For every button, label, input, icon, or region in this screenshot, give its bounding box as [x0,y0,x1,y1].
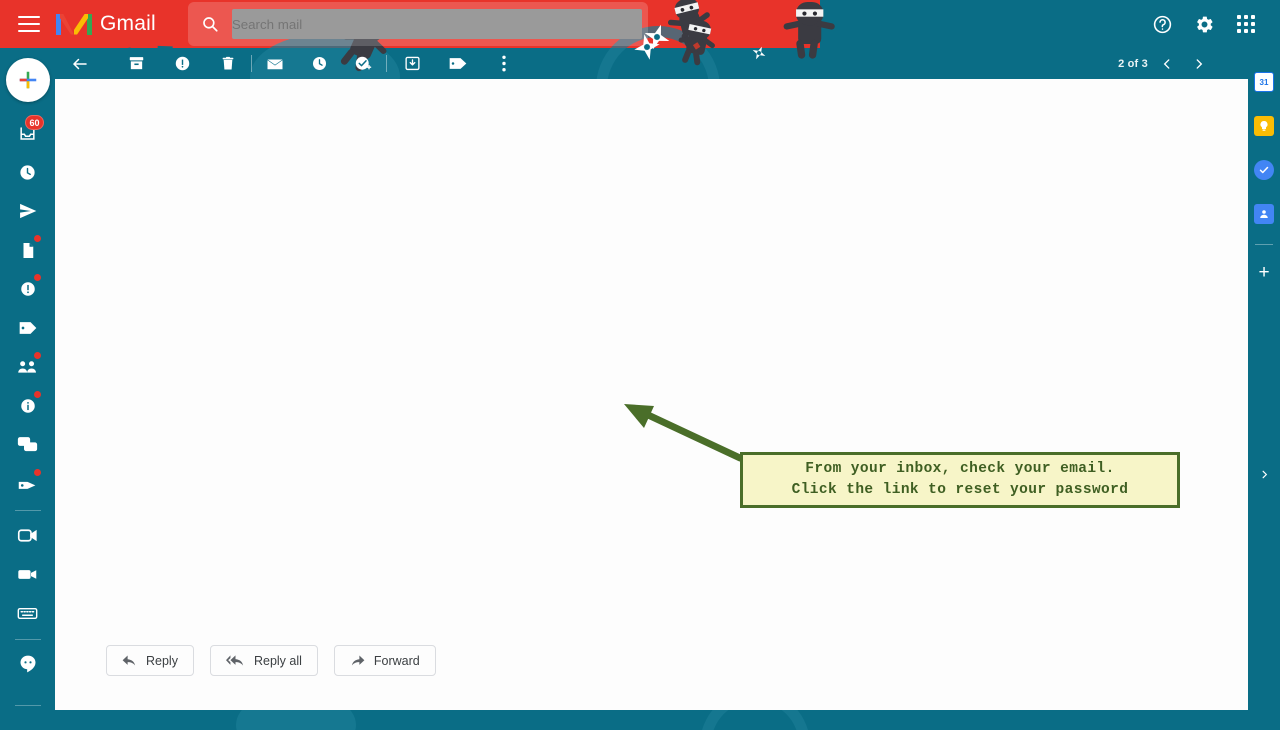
contacts-icon[interactable] [1254,204,1274,224]
groups-dot-badge [33,352,41,359]
sidebar-item-snoozed[interactable] [11,157,45,187]
calendar-day-number: 31 [1259,77,1269,87]
top-bar: Gmail [0,0,1280,48]
apps-grid-icon[interactable] [1234,12,1258,36]
reply-all-label: Reply all [253,653,302,668]
mark-unread-icon[interactable] [262,51,288,77]
sidebar-divider [14,639,41,640]
snooze-icon[interactable] [306,51,332,77]
more-options-icon[interactable] [491,51,517,77]
gmail-wordmark: Gmail [100,12,156,35]
gmail-m-icon [56,11,92,38]
addon-side-panel: 31 + [1248,48,1280,730]
tasks-icon[interactable] [1254,160,1274,180]
older-icon[interactable] [1154,51,1180,77]
move-to-icon[interactable] [399,51,425,77]
message-counter: 2 of 3 [1118,57,1148,70]
expand-panel-icon[interactable] [1259,468,1270,484]
sidebar: 60 [0,48,55,730]
search-icon [188,15,232,33]
important-dot-badge [33,274,41,281]
spam-dot-badge [33,469,41,476]
forward-button[interactable]: Forward [333,645,436,676]
drafts-dot-badge [33,235,41,242]
main-menu-icon[interactable] [18,16,40,32]
labels-icon[interactable] [445,51,471,77]
forward-label: Forward [373,653,420,668]
search-bar[interactable] [187,2,648,46]
sidebar-item-join-meeting[interactable] [11,598,45,628]
sidebar-item-new-meeting[interactable] [11,559,45,589]
help-icon[interactable] [1150,12,1174,36]
gmail-window: Gmail 60 2 of 3 From your inbox, check y… [0,0,1280,730]
keep-icon[interactable] [1254,116,1274,136]
inbox-badge: 60 [25,115,44,130]
message-panel [55,79,1248,710]
reply-all-button[interactable]: Reply all [209,645,318,676]
search-input[interactable] [231,9,642,39]
toolbar-divider [386,55,387,72]
sidebar-item-groups[interactable] [11,352,45,382]
gmail-logo[interactable]: Gmail [56,11,156,38]
sidebar-divider [14,510,41,511]
addon-divider [1255,244,1273,245]
mail-toolbar: 2 of 3 [55,48,1248,79]
annotation-line-2: Click the link to reset your password [791,482,1129,498]
sidebar-item-important[interactable] [11,274,45,304]
sidebar-item-info[interactable] [11,391,45,421]
sidebar-item-meet[interactable] [11,520,45,550]
compose-button[interactable] [5,58,50,102]
archive-icon[interactable] [123,51,149,77]
back-icon[interactable] [67,51,93,77]
report-spam-icon[interactable] [169,51,195,77]
toolbar-divider [251,55,252,72]
sidebar-item-inbox[interactable]: 60 [11,115,45,148]
annotation-callout: From your inbox, check your email. Click… [740,452,1180,508]
newer-icon[interactable] [1186,51,1212,77]
sidebar-item-hangouts[interactable] [11,649,45,679]
reply-label: Reply [146,653,178,668]
reply-actions: Reply Reply all Forward [106,645,436,676]
topbar-actions [1150,12,1258,36]
reply-button[interactable]: Reply [106,645,194,676]
sidebar-item-spam[interactable] [11,469,45,499]
sidebar-item-labels[interactable] [11,313,45,343]
gear-icon[interactable] [1192,12,1216,36]
annotation-line-1: From your inbox, check your email. [805,460,1115,477]
pagination: 2 of 3 [1118,51,1212,77]
sidebar-item-drafts[interactable] [11,235,45,265]
sidebar-divider [14,705,41,706]
info-dot-badge [33,391,41,398]
sidebar-item-sent[interactable] [11,196,45,226]
add-to-tasks-icon[interactable] [350,51,376,77]
add-addon-icon[interactable]: + [1258,263,1269,282]
sidebar-item-chats[interactable] [11,430,45,460]
calendar-icon[interactable]: 31 [1254,72,1274,92]
delete-icon[interactable] [215,51,241,77]
